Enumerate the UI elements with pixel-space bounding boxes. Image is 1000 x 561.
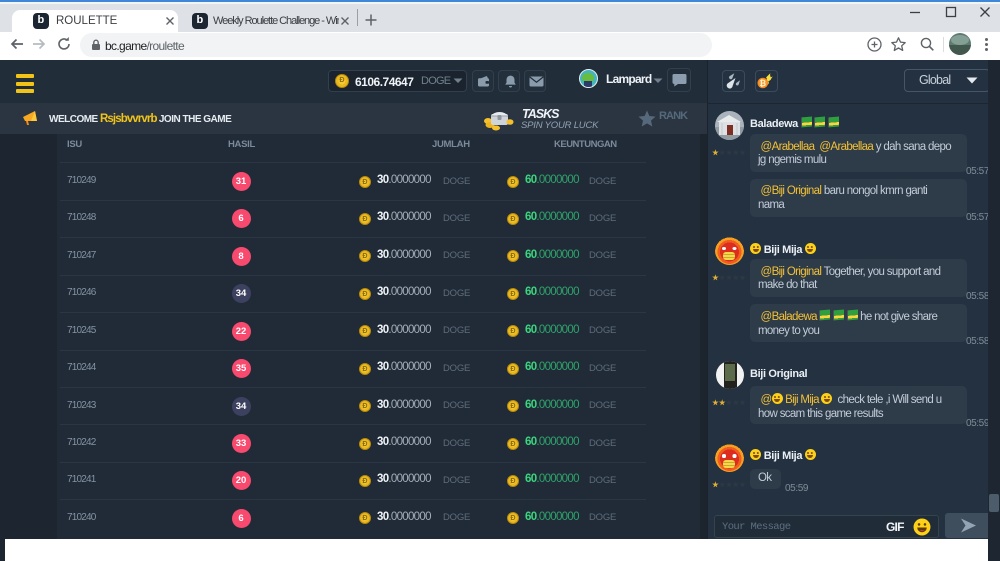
svg-text:₿: ₿ <box>760 79 767 88</box>
